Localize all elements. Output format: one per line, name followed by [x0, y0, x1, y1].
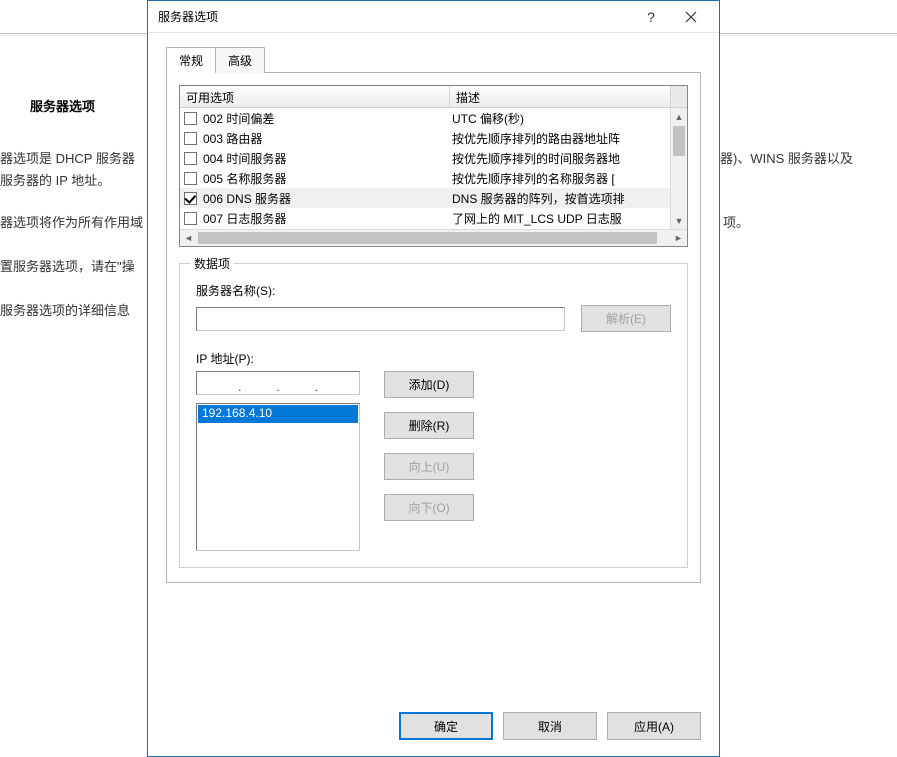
- ip-list-item[interactable]: 192.168.4.10: [198, 405, 358, 423]
- close-button[interactable]: [671, 3, 711, 31]
- vscroll-thumb[interactable]: [673, 126, 685, 156]
- server-name-label: 服务器名称(S):: [196, 282, 671, 299]
- option-desc: 按优先顺序排列的路由器地址阵: [450, 130, 670, 147]
- tabstrip: 常规 高级: [166, 47, 701, 72]
- col-header-name[interactable]: 可用选项: [180, 86, 450, 107]
- option-checkbox[interactable]: [184, 192, 197, 205]
- bg-text-1a: 器选项是 DHCP 服务器: [0, 148, 135, 167]
- option-row[interactable]: 007 日志服务器 了网上的 MIT_LCS UDP 日志服: [180, 208, 670, 228]
- move-down-button[interactable]: 向下(O): [384, 494, 474, 521]
- horizontal-scrollbar[interactable]: ◄ ►: [180, 229, 687, 246]
- apply-button[interactable]: 应用(A): [607, 712, 701, 740]
- groupbox-legend: 数据项: [190, 255, 234, 272]
- scroll-up-icon[interactable]: ▲: [671, 108, 687, 125]
- tab-general[interactable]: 常规: [166, 47, 216, 73]
- ip-address-label: IP 地址(P):: [196, 350, 671, 367]
- ip-address-input[interactable]: . . .: [196, 371, 360, 395]
- option-name: 004 时间服务器: [203, 150, 286, 167]
- remove-button[interactable]: 删除(R): [384, 412, 474, 439]
- ip-address-list[interactable]: 192.168.4.10: [196, 403, 360, 551]
- option-checkbox[interactable]: [184, 152, 197, 165]
- option-checkbox[interactable]: [184, 112, 197, 125]
- option-checkbox[interactable]: [184, 212, 197, 225]
- option-row[interactable]: 005 名称服务器 按优先顺序排列的名称服务器 [: [180, 168, 670, 188]
- option-desc: 了网上的 MIT_LCS UDP 日志服: [450, 210, 670, 227]
- header-scroll-gutter: [670, 86, 687, 107]
- option-desc: UTC 偏移(秒): [450, 110, 670, 127]
- help-button[interactable]: ?: [631, 3, 671, 31]
- server-options-dialog: 服务器选项 ? 常规 高级 可用选项 描述 00: [147, 0, 720, 757]
- option-name: 002 时间偏差: [203, 110, 274, 127]
- bg-text-5: 服务器选项的详细信息: [0, 300, 130, 319]
- bg-text-3a: 器选项将作为所有作用域: [0, 212, 143, 231]
- bg-text-1b: 器)、WINS 服务器以及: [720, 148, 853, 167]
- option-name: 003 路由器: [203, 130, 262, 147]
- server-name-input[interactable]: [196, 307, 565, 331]
- scroll-right-icon[interactable]: ►: [670, 230, 687, 246]
- option-desc: DNS 服务器的阵列，按首选项排: [450, 190, 670, 207]
- bg-heading: 服务器选项: [30, 96, 95, 115]
- cancel-button[interactable]: 取消: [503, 712, 597, 740]
- scroll-left-icon[interactable]: ◄: [180, 230, 197, 246]
- bg-text-4: 置服务器选项，请在"操: [0, 256, 135, 275]
- option-name: 005 名称服务器: [203, 170, 286, 187]
- hscroll-thumb[interactable]: [198, 232, 657, 244]
- option-name: 006 DNS 服务器: [203, 190, 291, 207]
- tab-general-page: 可用选项 描述 002 时间偏差UTC 偏移(秒)003 路由器按优先顺序排列的…: [166, 72, 701, 583]
- tab-advanced[interactable]: 高级: [215, 47, 265, 73]
- option-row[interactable]: 006 DNS 服务器 DNS 服务器的阵列，按首选项排: [180, 188, 670, 208]
- option-row[interactable]: 004 时间服务器 按优先顺序排列的时间服务器地: [180, 148, 670, 168]
- ok-button[interactable]: 确定: [399, 712, 493, 740]
- bg-text-3b: 项。: [723, 212, 749, 231]
- move-up-button[interactable]: 向上(U): [384, 453, 474, 480]
- scroll-down-icon[interactable]: ▼: [671, 212, 687, 229]
- option-name: 007 日志服务器: [203, 210, 286, 227]
- data-groupbox: 数据项 服务器名称(S): 解析(E) IP 地址(P): . . .: [179, 263, 688, 568]
- option-checkbox[interactable]: [184, 132, 197, 145]
- list-header: 可用选项 描述: [180, 86, 687, 108]
- available-options-list: 可用选项 描述 002 时间偏差UTC 偏移(秒)003 路由器按优先顺序排列的…: [179, 85, 688, 247]
- col-header-desc[interactable]: 描述: [450, 86, 670, 107]
- dialog-footer: 确定 取消 应用(A): [148, 700, 719, 756]
- titlebar: 服务器选项 ?: [148, 1, 719, 33]
- add-button[interactable]: 添加(D): [384, 371, 474, 398]
- dialog-title: 服务器选项: [158, 8, 631, 25]
- vertical-scrollbar[interactable]: ▲ ▼: [670, 108, 687, 229]
- option-desc: 按优先顺序排列的时间服务器地: [450, 150, 670, 167]
- bg-text-2: 服务器的 IP 地址。: [0, 170, 110, 189]
- close-icon: [685, 11, 697, 23]
- option-desc: 按优先顺序排列的名称服务器 [: [450, 170, 670, 187]
- resolve-button[interactable]: 解析(E): [581, 305, 671, 332]
- option-checkbox[interactable]: [184, 172, 197, 185]
- option-row[interactable]: 003 路由器 按优先顺序排列的路由器地址阵: [180, 128, 670, 148]
- option-row[interactable]: 002 时间偏差 UTC 偏移(秒): [180, 108, 670, 128]
